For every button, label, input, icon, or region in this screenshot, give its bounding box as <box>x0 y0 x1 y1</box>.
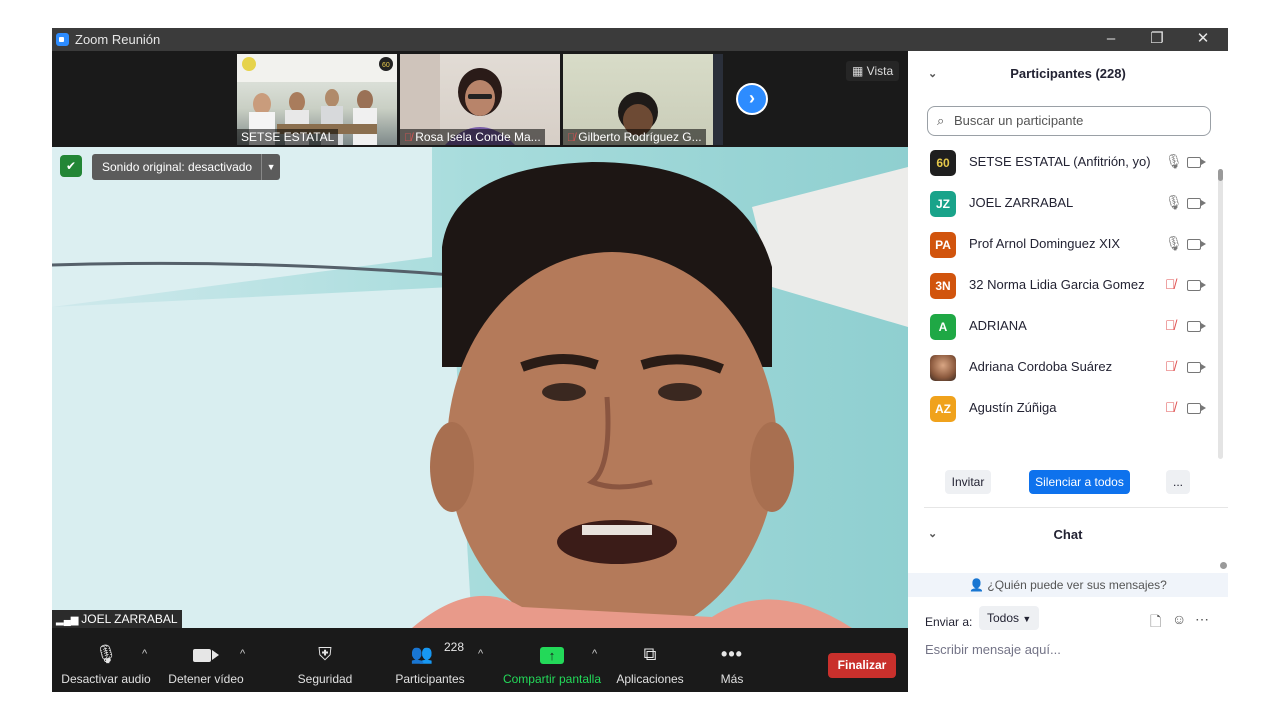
microphone-icon[interactable]: 🎙 <box>1165 235 1183 252</box>
security-shield-icon[interactable]: ✔ <box>60 155 82 177</box>
muted-mic-icon: 🎙̸ <box>567 132 576 144</box>
more-dots-icon[interactable]: ⋯ <box>1195 611 1209 628</box>
muted-mic-icon[interactable]: 🎙̸ <box>1165 358 1176 374</box>
muted-mic-icon[interactable]: 🎙̸ <box>1165 317 1176 333</box>
list-item[interactable]: 3N 32 Norma Lidia Garcia Gomez 🎙̸ <box>908 265 1220 306</box>
video-thumbnail-strip: 60 SETSE ESTATAL 🎙̸ Rosa Isela Conde Ma.… <box>52 51 908 147</box>
list-item[interactable]: PA Prof Arnol Dominguez XIX 🎙 <box>908 224 1220 265</box>
active-speaker-video: ✔ Sonido original: desactivado ▼ ▂▄▆ JOEL… <box>52 147 908 628</box>
audio-options-caret-icon[interactable]: ^ <box>142 648 147 660</box>
svg-text:60: 60 <box>382 62 390 69</box>
share-screen-button[interactable]: ↑ Compartir pantalla <box>500 628 604 692</box>
list-item[interactable]: 60 SETSE ESTATAL (Anfitrión, yo) 🎙 <box>908 142 1220 183</box>
who-can-see-link[interactable]: 👤 ¿Quién puede ver sus mensajes? <box>908 573 1228 597</box>
avatar <box>930 355 956 381</box>
window-title: Zoom Reunión <box>75 32 161 47</box>
close-button[interactable]: ✕ <box>1180 29 1226 50</box>
side-panel: ⌄ Participantes (228) ⌕ Buscar un partic… <box>908 51 1228 692</box>
participants-header: ⌄ Participantes (228) <box>908 51 1228 96</box>
security-button[interactable]: ⛨ Seguridad <box>288 628 362 692</box>
video-camera-icon <box>164 644 248 665</box>
mute-all-button[interactable]: Silenciar a todos <box>1029 470 1130 494</box>
avatar: 3N <box>930 273 956 299</box>
view-button[interactable]: ▦ Vista <box>846 61 900 81</box>
video-camera-icon[interactable] <box>1187 157 1206 168</box>
recipient-select[interactable]: Todos ▼ <box>979 606 1040 630</box>
participants-options-caret-icon[interactable]: ^ <box>478 648 483 660</box>
list-item[interactable]: JZ JOEL ZARRABAL 🎙 <box>908 183 1220 224</box>
send-to-label: Enviar a: <box>925 615 973 629</box>
list-item[interactable]: A ADRIANA 🎙̸ <box>908 306 1220 347</box>
zoom-logo-icon <box>56 33 69 46</box>
avatar: PA <box>930 232 956 258</box>
signal-strength-icon: ▂▄▆ <box>56 615 82 626</box>
share-screen-icon: ↑ <box>500 644 604 665</box>
thumbnail-rosa[interactable]: 🎙̸ Rosa Isela Conde Ma... <box>400 54 560 145</box>
chat-scrollbar[interactable] <box>1220 562 1227 569</box>
grid-icon: ▦ <box>852 64 867 78</box>
participants-button[interactable]: 👥 228 Participantes <box>390 628 470 692</box>
emoji-icon[interactable]: ☺ <box>1172 611 1186 627</box>
thumbnail-label: SETSE ESTATAL <box>237 129 339 145</box>
muted-mic-icon: 🎙̸ <box>404 132 413 144</box>
video-camera-icon[interactable] <box>1187 362 1206 373</box>
list-item[interactable]: AZ Agustín Zúñiga 🎙̸ <box>908 388 1220 429</box>
participants-count: 228 <box>444 640 465 654</box>
chat-header: ⌄ Chat <box>908 515 1228 555</box>
search-icon: ⌕ <box>937 113 945 128</box>
thumbnail-gilberto[interactable]: 🎙̸ Gilberto Rodríguez G... <box>563 54 723 145</box>
restore-button[interactable]: ❐ <box>1134 29 1180 50</box>
divider <box>924 507 1228 508</box>
avatar: JZ <box>930 191 956 217</box>
user-info-icon: 👤 <box>969 578 988 592</box>
file-icon[interactable]: 🗋 <box>1150 611 1161 635</box>
thumbnail-setse[interactable]: 60 SETSE ESTATAL <box>237 54 397 145</box>
microphone-icon: 🎙 <box>94 644 118 664</box>
chevron-down-icon: ▼ <box>1022 614 1032 624</box>
chat-message-input[interactable]: Escribir mensaje aquí... <box>925 642 1061 657</box>
meeting-toolbar: 🎙 Desactivar audio ^ Detener vídeo ^ ⛨ S… <box>52 628 908 692</box>
apps-icon: ⧉ <box>643 644 657 664</box>
zoom-window: Zoom Reunión – ❐ ✕ 60 SETSE ESTATAL 🎙̸ R… <box>52 28 1228 692</box>
invite-button[interactable]: Invitar <box>945 470 991 494</box>
muted-mic-icon[interactable]: 🎙̸ <box>1165 399 1176 415</box>
shield-icon: ⛨ <box>318 644 332 664</box>
mute-audio-button[interactable]: 🎙 Desactivar audio <box>56 628 156 692</box>
thumbnail-label: 🎙̸ Gilberto Rodríguez G... <box>563 129 706 145</box>
minimize-button[interactable]: – <box>1088 29 1134 50</box>
video-camera-icon[interactable] <box>1187 280 1206 291</box>
chat-title: Chat <box>1053 527 1083 542</box>
chevron-down-icon[interactable]: ▼ <box>261 154 280 180</box>
video-options-caret-icon[interactable]: ^ <box>240 648 245 660</box>
stop-video-button[interactable]: Detener vídeo <box>164 628 248 692</box>
avatar: 60 <box>930 150 956 176</box>
participants-scrollbar[interactable] <box>1218 169 1223 459</box>
end-meeting-button[interactable]: Finalizar <box>828 653 896 678</box>
list-item[interactable]: Adriana Cordoba Suárez 🎙̸ <box>908 347 1220 388</box>
speaker-video-image <box>52 147 908 628</box>
apps-button[interactable]: ⧉ Aplicaciones <box>614 628 686 692</box>
participant-search-input[interactable]: ⌕ Buscar un participante <box>927 106 1211 136</box>
video-camera-icon[interactable] <box>1187 198 1206 209</box>
microphone-icon[interactable]: 🎙 <box>1165 153 1183 170</box>
muted-mic-icon[interactable]: 🎙̸ <box>1165 276 1176 292</box>
video-camera-icon[interactable] <box>1187 239 1206 250</box>
title-bar: Zoom Reunión – ❐ ✕ <box>52 28 1228 51</box>
avatar: AZ <box>930 396 956 422</box>
original-sound-button[interactable]: Sonido original: desactivado ▼ <box>92 154 281 180</box>
thumbnail-label: 🎙̸ Rosa Isela Conde Ma... <box>400 129 545 145</box>
avatar: A <box>930 314 956 340</box>
share-options-caret-icon[interactable]: ^ <box>592 648 597 660</box>
speaker-name-label: ▂▄▆ JOEL ZARRABAL <box>52 610 182 628</box>
more-dots-icon: ••• <box>721 644 743 664</box>
participants-title: Participantes (228) <box>1010 66 1126 81</box>
more-button[interactable]: ••• Más <box>702 628 762 692</box>
next-page-arrow-icon[interactable]: › <box>736 83 768 115</box>
video-camera-icon[interactable] <box>1187 403 1206 414</box>
microphone-icon[interactable]: 🎙 <box>1165 194 1183 211</box>
video-camera-icon[interactable] <box>1187 321 1206 332</box>
more-options-button[interactable]: ... <box>1166 470 1190 494</box>
